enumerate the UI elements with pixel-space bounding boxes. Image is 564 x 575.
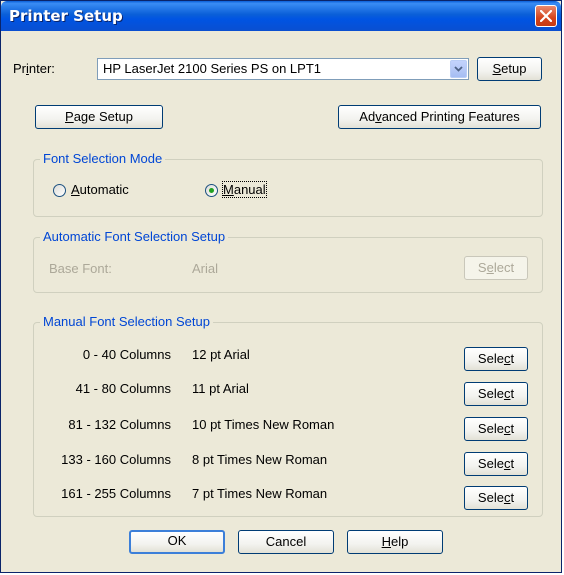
- columns-range-label: 133 - 160 Columns: [61, 452, 171, 467]
- automatic-radio[interactable]: [53, 184, 66, 197]
- columns-range-label: 41 - 80 Columns: [75, 381, 171, 396]
- font-value: 8 pt Times New Roman: [192, 452, 328, 467]
- printer-setup-dialog: Printer Setup Printer: HP LaserJet 2100 …: [0, 0, 562, 573]
- cancel-button[interactable]: Cancel: [238, 530, 334, 554]
- select-button-133-160[interactable]: Select: [464, 452, 528, 476]
- font-value: 11 pt Arial: [192, 381, 249, 396]
- close-icon: [540, 10, 552, 22]
- automatic-radio-label[interactable]: Automatic: [71, 182, 129, 197]
- help-button[interactable]: Help: [347, 530, 443, 554]
- font-value: 10 pt Times New Roman: [192, 417, 335, 432]
- base-font-select-button[interactable]: Select: [464, 256, 528, 280]
- automatic-font-setup-title: Automatic Font Selection Setup: [40, 229, 229, 244]
- select-button-0-40[interactable]: Select: [464, 347, 528, 371]
- columns-range-label: 0 - 40 Columns: [82, 347, 171, 362]
- printer-label: Printer:: [13, 61, 55, 76]
- columns-range-label: 161 - 255 Columns: [61, 486, 171, 501]
- manual-radio[interactable]: [205, 184, 218, 197]
- dropdown-arrow-button[interactable]: [450, 60, 467, 78]
- select-button-41-80[interactable]: Select: [464, 382, 528, 406]
- manual-font-setup-title: Manual Font Selection Setup: [40, 314, 213, 329]
- chevron-down-icon: [454, 66, 463, 72]
- advanced-printing-features-button[interactable]: Advanced Printing Features: [338, 105, 541, 129]
- window-title: Printer Setup: [9, 7, 123, 25]
- font-selection-mode-title: Font Selection Mode: [40, 151, 166, 166]
- manual-radio-label[interactable]: Manual: [222, 181, 267, 198]
- printer-setup-button[interactable]: Setup: [477, 57, 542, 81]
- font-value: 7 pt Times New Roman: [192, 486, 328, 501]
- radio-selected-dot: [209, 188, 214, 193]
- select-button-81-132[interactable]: Select: [464, 417, 528, 441]
- close-button[interactable]: [535, 5, 557, 27]
- printer-selected-value: HP LaserJet 2100 Series PS on LPT1: [103, 61, 321, 76]
- columns-range-label: 81 - 132 Columns: [68, 417, 171, 432]
- base-font-label: Base Font:: [49, 261, 112, 276]
- page-setup-button[interactable]: Page Setup: [35, 105, 163, 129]
- printer-select[interactable]: HP LaserJet 2100 Series PS on LPT1: [97, 58, 469, 80]
- select-button-161-255[interactable]: Select: [464, 486, 528, 510]
- title-bar: Printer Setup: [1, 1, 561, 31]
- base-font-value: Arial: [192, 261, 219, 276]
- font-value: 12 pt Arial: [192, 347, 250, 362]
- ok-button[interactable]: OK: [129, 530, 225, 554]
